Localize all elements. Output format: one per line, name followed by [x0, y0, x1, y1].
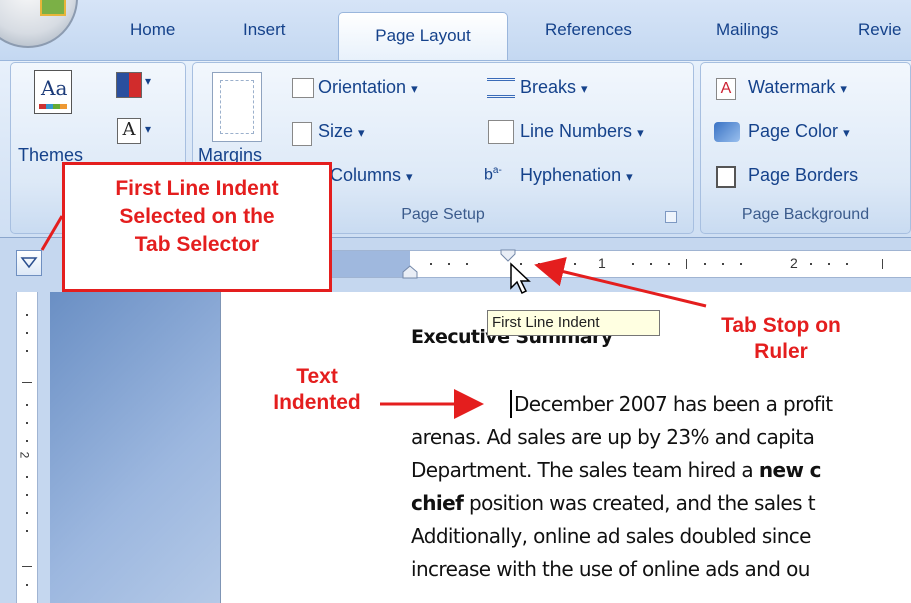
tab-stop-arrow [534, 257, 707, 308]
tab-selector-arrow [40, 215, 64, 251]
annotation-arrows [40, 215, 707, 419]
